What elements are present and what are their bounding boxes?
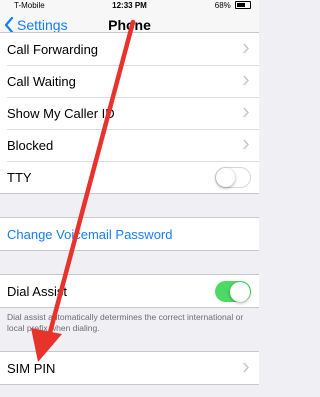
chevron-right-icon bbox=[243, 139, 249, 150]
row-blocked[interactable]: Blocked bbox=[0, 129, 259, 161]
row-label: Show My Caller ID bbox=[7, 105, 115, 121]
voicemail-group: Change Voicemail Password bbox=[0, 217, 259, 251]
status-right: 68% bbox=[215, 1, 251, 10]
chevron-right-icon bbox=[243, 43, 249, 54]
call-settings-group: Call Forwarding Call Waiting Show My Cal… bbox=[0, 32, 259, 194]
battery-icon bbox=[235, 1, 251, 9]
row-call-waiting[interactable]: Call Waiting bbox=[0, 65, 259, 97]
sim-pin-group: SIM PIN bbox=[0, 351, 259, 385]
dial-assist-group: Dial Assist bbox=[0, 274, 259, 308]
tty-toggle[interactable] bbox=[215, 167, 251, 188]
row-show-my-caller-id[interactable]: Show My Caller ID bbox=[0, 97, 259, 129]
row-label: Blocked bbox=[7, 137, 54, 153]
chevron-right-icon bbox=[243, 107, 249, 118]
row-tty: TTY bbox=[0, 161, 259, 193]
row-label: Call Forwarding bbox=[7, 41, 99, 57]
change-voicemail-password-button[interactable]: Change Voicemail Password bbox=[0, 218, 259, 250]
status-bar: T-Mobile 12:33 PM 68% bbox=[0, 0, 259, 12]
toggle-knob bbox=[216, 168, 235, 187]
row-label: Call Waiting bbox=[7, 73, 76, 89]
row-label: SIM PIN bbox=[7, 360, 56, 376]
chevron-right-icon bbox=[243, 362, 249, 373]
row-label: Change Voicemail Password bbox=[7, 226, 173, 242]
row-label: Dial Assist bbox=[7, 283, 67, 299]
toggle-knob bbox=[230, 281, 250, 302]
row-sim-pin[interactable]: SIM PIN bbox=[0, 352, 259, 384]
row-label: TTY bbox=[7, 169, 32, 185]
dial-assist-footnote: Dial assist automatically determines the… bbox=[7, 312, 244, 333]
dial-assist-toggle[interactable] bbox=[215, 281, 251, 302]
page-title: Phone bbox=[108, 17, 151, 33]
battery-percent: 68% bbox=[214, 1, 231, 10]
row-call-forwarding[interactable]: Call Forwarding bbox=[0, 33, 259, 65]
row-dial-assist: Dial Assist bbox=[0, 275, 259, 307]
chevron-right-icon bbox=[243, 75, 249, 86]
